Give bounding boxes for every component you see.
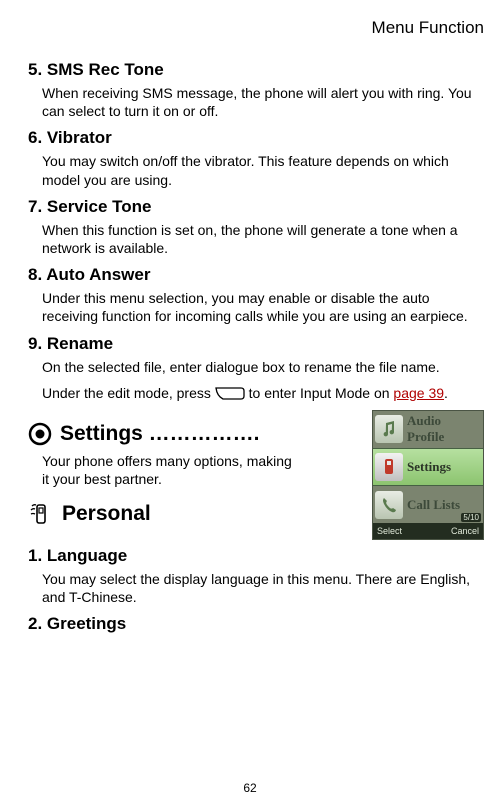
softkey-icon (215, 387, 245, 401)
body-sms-rec-tone: When receiving SMS message, the phone wi… (42, 84, 484, 120)
heading-auto-answer: 8. Auto Answer (28, 265, 484, 285)
menu-label-call-lists: Call Lists (407, 497, 481, 513)
heading-greetings: 2. Greetings (28, 614, 484, 634)
handset-small-icon (375, 491, 403, 519)
softkey-right: Cancel (451, 526, 479, 536)
body-rename-2: Under the edit mode, press to enter Inpu… (42, 384, 484, 402)
rename-text-c: . (444, 385, 448, 401)
settings-section-heading: Settings ……………. (28, 422, 364, 446)
phone-screenshot: Audio Profile Settings Call Lists 5/10 S… (372, 410, 484, 540)
body-vibrator: You may switch on/off the vibrator. This… (42, 152, 484, 188)
heading-vibrator: 6. Vibrator (28, 128, 484, 148)
rename-text-a: Under the edit mode, press (42, 385, 211, 401)
settings-title: Settings ……………. (60, 422, 260, 446)
page-header: Menu Function (28, 18, 484, 38)
handset-icon (28, 500, 54, 528)
heading-language: 1. Language (28, 546, 484, 566)
personal-title: Personal (62, 502, 151, 526)
softkey-left: Select (377, 526, 402, 536)
page-39-link[interactable]: page 39 (393, 385, 444, 401)
menu-counter: 5/10 (461, 513, 481, 522)
menu-label-audio: Audio Profile (407, 413, 481, 445)
body-rename-1: On the selected file, enter dialogue box… (42, 358, 484, 376)
personal-section-heading: Personal (28, 500, 364, 528)
menu-item-audio-profile: Audio Profile (373, 411, 483, 448)
menu-item-settings: Settings (373, 448, 483, 487)
rename-text-b: to enter Input Mode on (249, 385, 394, 401)
heading-rename: 9. Rename (28, 334, 484, 354)
heading-sms-rec-tone: 5. SMS Rec Tone (28, 60, 484, 80)
body-settings: Your phone offers many options, making i… (42, 452, 302, 488)
heading-service-tone: 7. Service Tone (28, 197, 484, 217)
body-language: You may select the display language in t… (42, 570, 484, 606)
record-icon (28, 422, 52, 446)
menu-label-settings: Settings (407, 459, 481, 475)
music-note-icon (375, 415, 403, 443)
phone-icon (375, 453, 403, 481)
softkey-bar: Select Cancel (373, 523, 483, 539)
page-number: 62 (0, 781, 500, 795)
body-auto-answer: Under this menu selection, you may enabl… (42, 289, 484, 325)
body-service-tone: When this function is set on, the phone … (42, 221, 484, 257)
